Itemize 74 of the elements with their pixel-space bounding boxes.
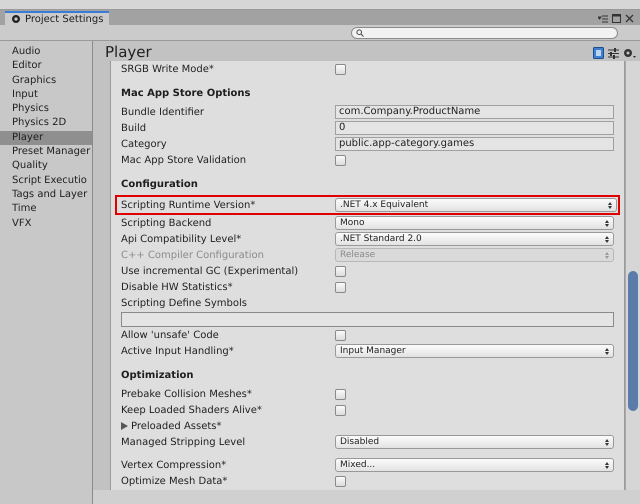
sidebar-item[interactable]: Input [0,88,92,102]
field-label: Scripting Define Symbols [121,296,248,310]
field-label: Scripting Backend [121,216,212,230]
dropdown[interactable]: .NET 4.x Equivalent [335,198,617,212]
field-label: Disable HW Statistics* [121,280,234,294]
sidebar-item[interactable]: Quality [0,159,92,174]
field-label: C++ Compiler Configuration [121,248,265,262]
field-label: Keep Loaded Shaders Alive* [121,404,263,418]
field-label: Scripting Runtime Version* [121,198,256,212]
field-label: Vertex Compression* [121,458,228,472]
text-field[interactable]: com.Company.ProductName [335,105,614,119]
dropdown[interactable]: Mono [335,216,614,230]
window-tab[interactable]: Project Settings [5,11,110,25]
sidebar-item[interactable]: VFX [0,216,92,231]
search-field[interactable] [351,26,618,38]
gear-icon [11,14,21,24]
checkbox[interactable] [335,154,346,166]
checkbox[interactable] [335,266,346,276]
checkbox[interactable] [335,476,346,486]
maximize-icon[interactable] [612,14,621,23]
sidebar-item[interactable]: Script Executio [0,174,92,188]
field-label: Build [121,122,148,136]
field-label: Category [121,138,168,152]
checkbox[interactable] [335,404,346,416]
section-header: Mac App Store Options [121,87,251,101]
sidebar-item[interactable]: Player [0,130,92,146]
scrollbar[interactable] [625,61,640,490]
checkbox[interactable] [335,330,346,340]
caret-icon [605,438,609,446]
caret-icon [605,220,609,226]
checkbox[interactable] [335,282,346,292]
field-label: Managed Stripping Level [121,436,246,450]
sidebar-item[interactable]: Graphics [0,74,92,88]
field-label: Prebake Collision Meshes* [121,388,253,402]
caret-icon [605,348,609,354]
caret-icon [605,236,609,242]
text-field[interactable]: public.app-category.games [335,137,614,151]
search-icon [356,28,364,36]
help-book-icon[interactable] [593,47,604,59]
foldout-arrow-icon[interactable] [121,422,128,430]
checkbox[interactable] [335,64,346,74]
sidebar-item[interactable]: Time [0,202,92,217]
field-label: Bundle Identifier [121,106,206,120]
section-header: Configuration [121,178,198,192]
caret-icon [608,202,612,208]
sidebar-item[interactable]: Audio [0,45,92,60]
close-icon[interactable] [625,14,634,23]
sliders-icon[interactable] [608,48,619,58]
section-header: Optimization [121,369,194,383]
dropdown[interactable]: Disabled [335,435,614,449]
sidebar-item[interactable]: Editor [0,59,92,74]
foldout-label[interactable]: Preloaded Assets* [131,418,222,434]
field-label: Use incremental GC (Experimental) [121,264,300,278]
text-field[interactable] [121,312,614,327]
text-field[interactable]: 0 [335,121,614,135]
field-label: Optimize Mesh Data* [121,474,228,488]
sidebar-item[interactable]: Tags and Layer [0,188,92,202]
field-label: Api Compatibility Level* [121,232,242,246]
sidebar-item[interactable]: Preset Manager [0,145,92,160]
gear-icon[interactable] [623,48,636,58]
field-label: Active Input Handling* [121,344,235,358]
dropdown[interactable]: Mixed... [335,458,614,472]
sidebar-item[interactable]: Physics [0,102,92,116]
field-label: Allow 'unsafe' Code [121,328,220,342]
menu-icon[interactable] [598,14,608,22]
caret-icon [605,462,609,468]
dropdown[interactable]: .NET Standard 2.0 [335,232,614,246]
field-label: SRGB Write Mode* [121,62,215,76]
dropdown[interactable]: Input Manager [335,344,614,358]
panel-title: Player [105,43,152,61]
field-label: Mac App Store Validation [121,154,248,168]
checkbox[interactable] [335,388,346,400]
sidebar-item[interactable]: Physics 2D [0,116,92,131]
caret-icon [605,252,609,258]
